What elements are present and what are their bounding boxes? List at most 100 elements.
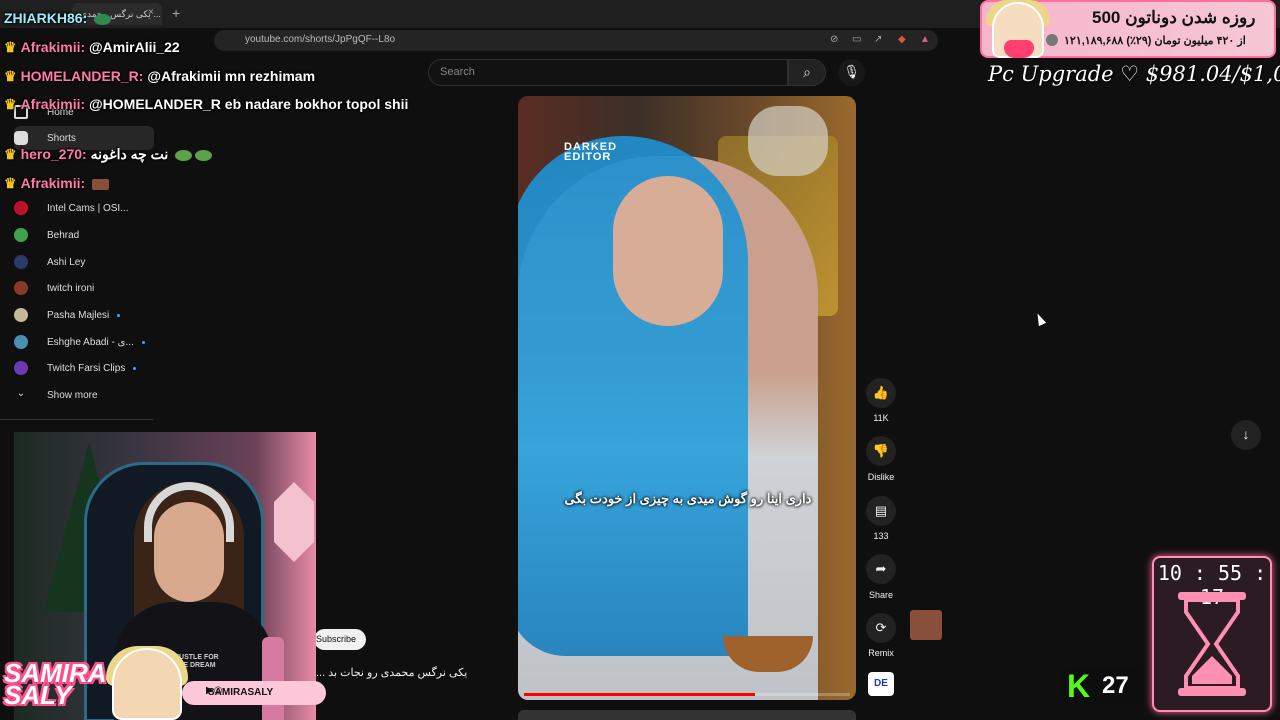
arrow-down-icon: ↓ bbox=[1242, 426, 1250, 442]
next-short-preview[interactable] bbox=[518, 710, 856, 720]
chat-message: ♛ HOMELANDER_R: @Afrakimii mn rezhimam bbox=[4, 68, 315, 85]
search-input[interactable]: Search bbox=[428, 59, 788, 86]
sidebar-sub-item[interactable]: Twitch Farsi Clips bbox=[14, 356, 154, 380]
channel-avatar bbox=[14, 335, 28, 349]
search-button[interactable]: ⌕ bbox=[788, 59, 826, 86]
sidebar-show-more[interactable]: ⌄ Show more bbox=[14, 383, 154, 407]
emote-icon bbox=[92, 178, 110, 190]
sidebar-sub-item[interactable]: Pasha Majlesi bbox=[14, 303, 154, 327]
watermark-line: EDITOR bbox=[564, 151, 612, 163]
video-face bbox=[613, 176, 723, 326]
eye-off-icon[interactable]: ⊘ bbox=[830, 34, 838, 45]
live-dot bbox=[117, 313, 121, 317]
microphone bbox=[262, 637, 284, 720]
chat-message: ♛ Afrakimii: @HOMELANDER_R eb nadare bokh… bbox=[4, 96, 408, 113]
pepe-emote-icon bbox=[175, 149, 193, 161]
kick-icon: K bbox=[1067, 668, 1091, 704]
sidebar-item-label: Show more bbox=[47, 389, 98, 401]
hourglass-icon bbox=[1178, 592, 1246, 696]
subscribe-button[interactable]: Subscribe bbox=[314, 629, 366, 650]
youtube-instagram-icon: ▶◎ bbox=[206, 685, 223, 696]
chat-username: Afrakimii: bbox=[20, 175, 86, 191]
tab-close-icon[interactable]: × bbox=[148, 7, 154, 18]
brand-avatar bbox=[112, 648, 182, 720]
channel-avatar bbox=[14, 281, 28, 295]
chat-text: @Afrakimii mn rezhimam bbox=[147, 68, 316, 84]
donation-dot-icon bbox=[1046, 34, 1058, 46]
sidebar-item-label: Eshghe Abadi - ی... bbox=[47, 336, 134, 348]
comments-button[interactable]: ▤ bbox=[866, 496, 896, 526]
thumbs-up-icon: 👍 bbox=[872, 385, 890, 400]
pepe-emote-icon bbox=[195, 149, 213, 161]
sidebar-sub-item[interactable]: Intel Cams | OSI... bbox=[14, 196, 154, 220]
sidebar-sub-item[interactable]: Eshghe Abadi - ی... bbox=[14, 330, 154, 354]
donation-title: 500 روزه شدن دوناتون bbox=[1092, 8, 1256, 27]
video-caption[interactable]: ... یکی نرگس محمدی رو نجات بد bbox=[316, 666, 467, 679]
comment-count: 133 bbox=[873, 531, 889, 541]
chat-text: @HOMELANDER_R eb nadare bokhor topol shi… bbox=[89, 96, 409, 112]
channel-avatar bbox=[14, 361, 28, 375]
donation-progress-text: ۱۲۱,۱۸۹,۶۸۸ از ۴۲۰ میلیون تومان (۲۹٪) bbox=[1064, 35, 1246, 47]
dislike-button[interactable]: 👎 bbox=[866, 436, 896, 466]
share-page-icon[interactable]: ↗ bbox=[874, 34, 882, 45]
chat-username: hero_270: bbox=[20, 146, 87, 162]
video-progress-fill bbox=[524, 693, 756, 696]
rewards-icon[interactable]: ▲ bbox=[920, 34, 930, 45]
crown-icon: ♛ bbox=[4, 39, 17, 55]
sidebar-item-label: Shorts bbox=[47, 132, 76, 144]
mouse-cursor bbox=[1033, 311, 1047, 327]
video-progress-bar[interactable] bbox=[524, 693, 850, 696]
crown-icon: ♛ bbox=[4, 96, 17, 112]
new-tab-button[interactable]: + bbox=[172, 5, 180, 21]
chat-message: ♛ hero_270: نت چه داغونه bbox=[4, 146, 213, 163]
chat-username: HOMELANDER_R: bbox=[20, 68, 144, 84]
sidebar-sub-item[interactable]: twitch ironi bbox=[14, 276, 154, 300]
mic-icon: 🎙 bbox=[843, 64, 860, 79]
sidebar-item-label: Twitch Farsi Clips bbox=[47, 362, 126, 374]
share-label: Share bbox=[868, 590, 894, 600]
chat-username: Afrakimii: bbox=[20, 39, 86, 55]
chat-username: ZHIARKH86: bbox=[4, 10, 88, 26]
like-button[interactable]: 👍 bbox=[866, 378, 896, 408]
comment-icon: ▤ bbox=[874, 503, 888, 518]
live-dot bbox=[133, 366, 137, 370]
remix-icon: ⟳ bbox=[875, 620, 887, 635]
shorts-icon bbox=[14, 131, 28, 145]
chevron-down-icon: ⌄ bbox=[16, 388, 26, 399]
viewer-count: 27 bbox=[1102, 672, 1129, 699]
hexagon-lamp bbox=[274, 482, 314, 562]
heart-icon bbox=[1004, 40, 1034, 58]
live-dot bbox=[141, 340, 145, 344]
chat-message: ♛ Afrakimii: @AmirAlii_22 bbox=[4, 39, 180, 56]
video-subtitle: داری اینا رو گوش میدی به چیزی از خودت بگ… bbox=[564, 491, 812, 506]
like-count: 11K bbox=[873, 413, 889, 423]
url-text[interactable]: youtube.com/shorts/JpPgQF--L8o bbox=[245, 34, 395, 45]
crown-icon: ♛ bbox=[4, 68, 17, 84]
channel-thumbnail-button[interactable]: DE bbox=[868, 672, 894, 696]
video-watermark: DARKED EDITOR bbox=[564, 142, 617, 163]
shorts-video-player[interactable]: DARKED EDITOR داری اینا رو گوش میدی به چ… bbox=[518, 96, 856, 700]
chat-text: @AmirAlii_22 bbox=[89, 39, 180, 55]
next-video-button[interactable]: ↓ bbox=[1231, 420, 1261, 450]
video-background-figure bbox=[748, 106, 828, 176]
remix-label: Remix bbox=[868, 648, 894, 658]
thumbs-down-icon: 👎 bbox=[872, 443, 890, 458]
sidebar-item-label: twitch ironi bbox=[47, 282, 95, 294]
brave-shield-icon[interactable]: ◆ bbox=[898, 34, 906, 45]
channel-avatar bbox=[14, 228, 28, 242]
pc-upgrade-goal: Pc Upgrade ♡ $981.04/$1,000 bbox=[988, 62, 1280, 86]
remix-button[interactable]: ⟳ bbox=[866, 613, 896, 643]
search-icon: ⌕ bbox=[803, 64, 811, 80]
sidebar-sub-item[interactable]: Ashi Ley bbox=[14, 250, 154, 274]
sidebar-sub-item[interactable]: Behrad bbox=[14, 223, 154, 247]
crown-icon: ♛ bbox=[4, 175, 17, 191]
channel-avatar bbox=[14, 255, 28, 269]
sidebar-item-label: Behrad bbox=[47, 229, 80, 241]
cast-icon[interactable]: ▭ bbox=[852, 34, 861, 45]
share-button[interactable]: ➦ bbox=[866, 554, 896, 584]
streamer-brand: SAMIRA SALY bbox=[4, 660, 107, 708]
chat-username: Afrakimii: bbox=[20, 96, 86, 112]
voice-search-button[interactable]: 🎙 bbox=[838, 59, 865, 86]
share-icon: ➦ bbox=[875, 561, 887, 576]
channel-avatar bbox=[14, 308, 28, 322]
